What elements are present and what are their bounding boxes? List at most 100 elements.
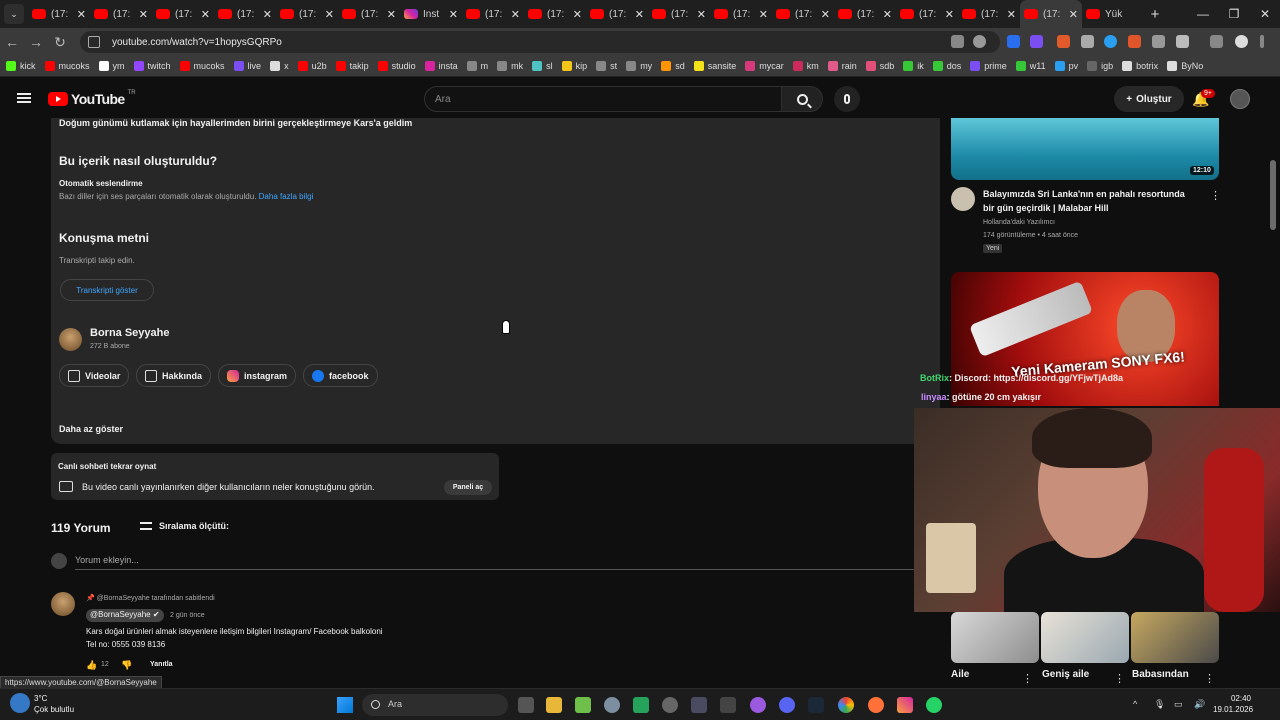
close-tab-icon[interactable]: ✕	[449, 8, 458, 21]
tab-search-menu-icon[interactable]: ⌄	[4, 4, 24, 24]
reply-button[interactable]: Yanıtla	[150, 661, 173, 668]
bookmark-item[interactable]: igb	[1087, 61, 1113, 71]
bookmark-item[interactable]: sdb	[865, 61, 894, 71]
clock-date[interactable]: 19.01.2026	[1213, 705, 1253, 714]
about-chip[interactable]: Hakkında	[136, 364, 212, 387]
account-avatar[interactable]	[1230, 89, 1250, 109]
bookmark-item[interactable]: mucoks	[44, 61, 90, 71]
bookmark-item[interactable]: rain	[827, 61, 857, 71]
reload-button[interactable]: ↻	[48, 34, 72, 51]
extension-icon[interactable]	[1104, 35, 1117, 48]
bookmark-item[interactable]: takip	[335, 61, 369, 71]
bookmark-item[interactable]: my	[626, 61, 652, 71]
videos-chip[interactable]: Videolar	[59, 364, 130, 387]
app-icon[interactable]	[691, 697, 707, 713]
store-icon[interactable]	[575, 697, 591, 713]
youtube-logo[interactable]: YouTube TR	[48, 90, 136, 107]
tab[interactable]: (17: ✕	[710, 0, 772, 28]
extension-icon[interactable]	[1057, 35, 1070, 48]
settings-icon[interactable]	[604, 697, 620, 713]
close-tab-icon[interactable]: ✕	[697, 8, 706, 21]
bookmark-item[interactable]: pv	[1054, 61, 1078, 71]
close-tab-icon[interactable]: ✕	[139, 8, 148, 21]
tab[interactable]: (17: ✕	[90, 0, 152, 28]
bookmark-item[interactable]: sansite	[693, 61, 736, 71]
steam-icon[interactable]	[808, 697, 824, 713]
bookmark-item[interactable]: kick	[6, 61, 36, 71]
close-tab-icon[interactable]: ✕	[77, 8, 86, 21]
weather-icon[interactable]	[10, 693, 30, 713]
hamburger-menu-icon[interactable]	[17, 93, 31, 103]
close-tab-icon[interactable]: ✕	[635, 8, 644, 21]
extension-icon[interactable]	[1081, 35, 1094, 48]
bookmark-item[interactable]: u2b	[297, 61, 327, 71]
bookmark-item[interactable]: st	[596, 61, 617, 71]
tab[interactable]: (17: ✕	[214, 0, 276, 28]
close-tab-icon[interactable]: ✕	[387, 8, 396, 21]
chrome-icon[interactable]	[838, 697, 854, 713]
bookmark-item[interactable]: botrix	[1122, 61, 1158, 71]
profile-icon[interactable]	[1235, 35, 1248, 48]
close-tab-icon[interactable]: ✕	[1007, 8, 1016, 21]
task-view-icon[interactable]	[518, 697, 534, 713]
show-transcript-button[interactable]: Transkripti göster	[60, 279, 154, 301]
minimize-button[interactable]: —	[1186, 0, 1220, 28]
close-tab-icon[interactable]: ✕	[573, 8, 582, 21]
app-icon[interactable]	[633, 697, 649, 713]
instagram-chip[interactable]: instagram	[218, 364, 297, 387]
sidebar-video-title[interactable]: Balayımızda Sri Lanka'nın en pahalı reso…	[983, 187, 1188, 215]
close-tab-icon[interactable]: ✕	[201, 8, 210, 21]
weather-temp[interactable]: 3°C	[34, 694, 47, 703]
related-thumbnail[interactable]	[951, 612, 1039, 663]
app-icon[interactable]	[720, 697, 736, 713]
extensions-puzzle-icon[interactable]	[1176, 35, 1189, 48]
tab[interactable]: (17: ✕	[524, 0, 586, 28]
tab[interactable]: (17: ✕	[896, 0, 958, 28]
tab[interactable]: (17: ✕	[338, 0, 400, 28]
back-button[interactable]: ←	[0, 34, 24, 50]
volume-icon[interactable]: 🔊	[1194, 699, 1205, 710]
bookmark-item[interactable]: kip	[561, 61, 587, 71]
add-comment-input[interactable]: Yorum ekleyin...	[75, 555, 139, 565]
more-options-icon[interactable]: ⋮	[1022, 672, 1033, 685]
bookmark-item[interactable]: ByNo	[1167, 61, 1203, 71]
tab[interactable]: (17: ✕	[648, 0, 710, 28]
voice-search-button[interactable]	[834, 86, 860, 112]
app-icon[interactable]	[750, 697, 766, 713]
like-icon[interactable]: 👍	[86, 660, 97, 671]
tab[interactable]: (17: ✕	[152, 0, 214, 28]
extension-icon[interactable]	[1152, 35, 1165, 48]
bookmark-item[interactable]: m	[466, 61, 488, 71]
network-icon[interactable]: ▭	[1174, 699, 1183, 710]
comment-author-avatar[interactable]	[51, 592, 75, 616]
tab[interactable]: (17: ✕	[28, 0, 90, 28]
bookmark-item[interactable]: mycar	[745, 61, 784, 71]
bookmark-item[interactable]: w11	[1015, 61, 1046, 71]
facebook-chip[interactable]: facebook	[303, 364, 378, 387]
related-thumbnail[interactable]	[1131, 612, 1219, 663]
bookmark-item[interactable]: twitch	[133, 61, 171, 71]
taskbar-search[interactable]: Ara	[362, 694, 508, 716]
url-bar[interactable]: youtube.com/watch?v=1hopysGQRPo	[80, 31, 1000, 53]
menu-kebab-icon[interactable]	[1260, 35, 1264, 48]
related-title[interactable]: Babasından	[1132, 669, 1189, 680]
sidebar-channel-avatar[interactable]	[951, 187, 975, 211]
tab[interactable]: (17: ✕	[1020, 0, 1082, 28]
close-window-button[interactable]: ✕	[1248, 0, 1280, 28]
dislike-icon[interactable]: 👎	[121, 660, 132, 671]
bookmark-item[interactable]: mk	[497, 61, 523, 71]
clock-time[interactable]: 02:40	[1229, 694, 1251, 703]
maximize-button[interactable]: ❐	[1217, 0, 1251, 28]
cast-icon[interactable]	[951, 35, 964, 48]
bookmark-item[interactable]: studio	[377, 61, 416, 71]
tray-chevron-icon[interactable]: ^	[1133, 699, 1137, 709]
tab[interactable]: Inst ✕	[400, 0, 462, 28]
learn-more-link[interactable]: Daha fazla bilgi	[259, 192, 314, 201]
firefox-icon[interactable]	[868, 697, 884, 713]
show-less-button[interactable]: Daha az göster	[59, 424, 123, 434]
more-options-icon[interactable]: ⋮	[1204, 672, 1215, 685]
sidebar-video-thumbnail-2[interactable]: Yeni Kameram SONY FX6!	[951, 272, 1219, 406]
reading-list-icon[interactable]	[1210, 35, 1223, 48]
close-tab-icon[interactable]: ✕	[325, 8, 334, 21]
tab[interactable]: (17: ✕	[834, 0, 896, 28]
